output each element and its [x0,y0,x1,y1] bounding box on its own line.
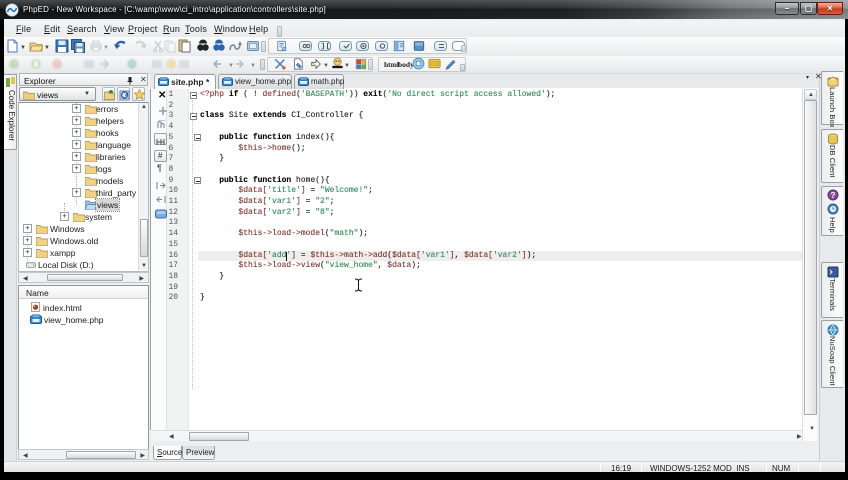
svg-text:?: ? [831,191,836,200]
